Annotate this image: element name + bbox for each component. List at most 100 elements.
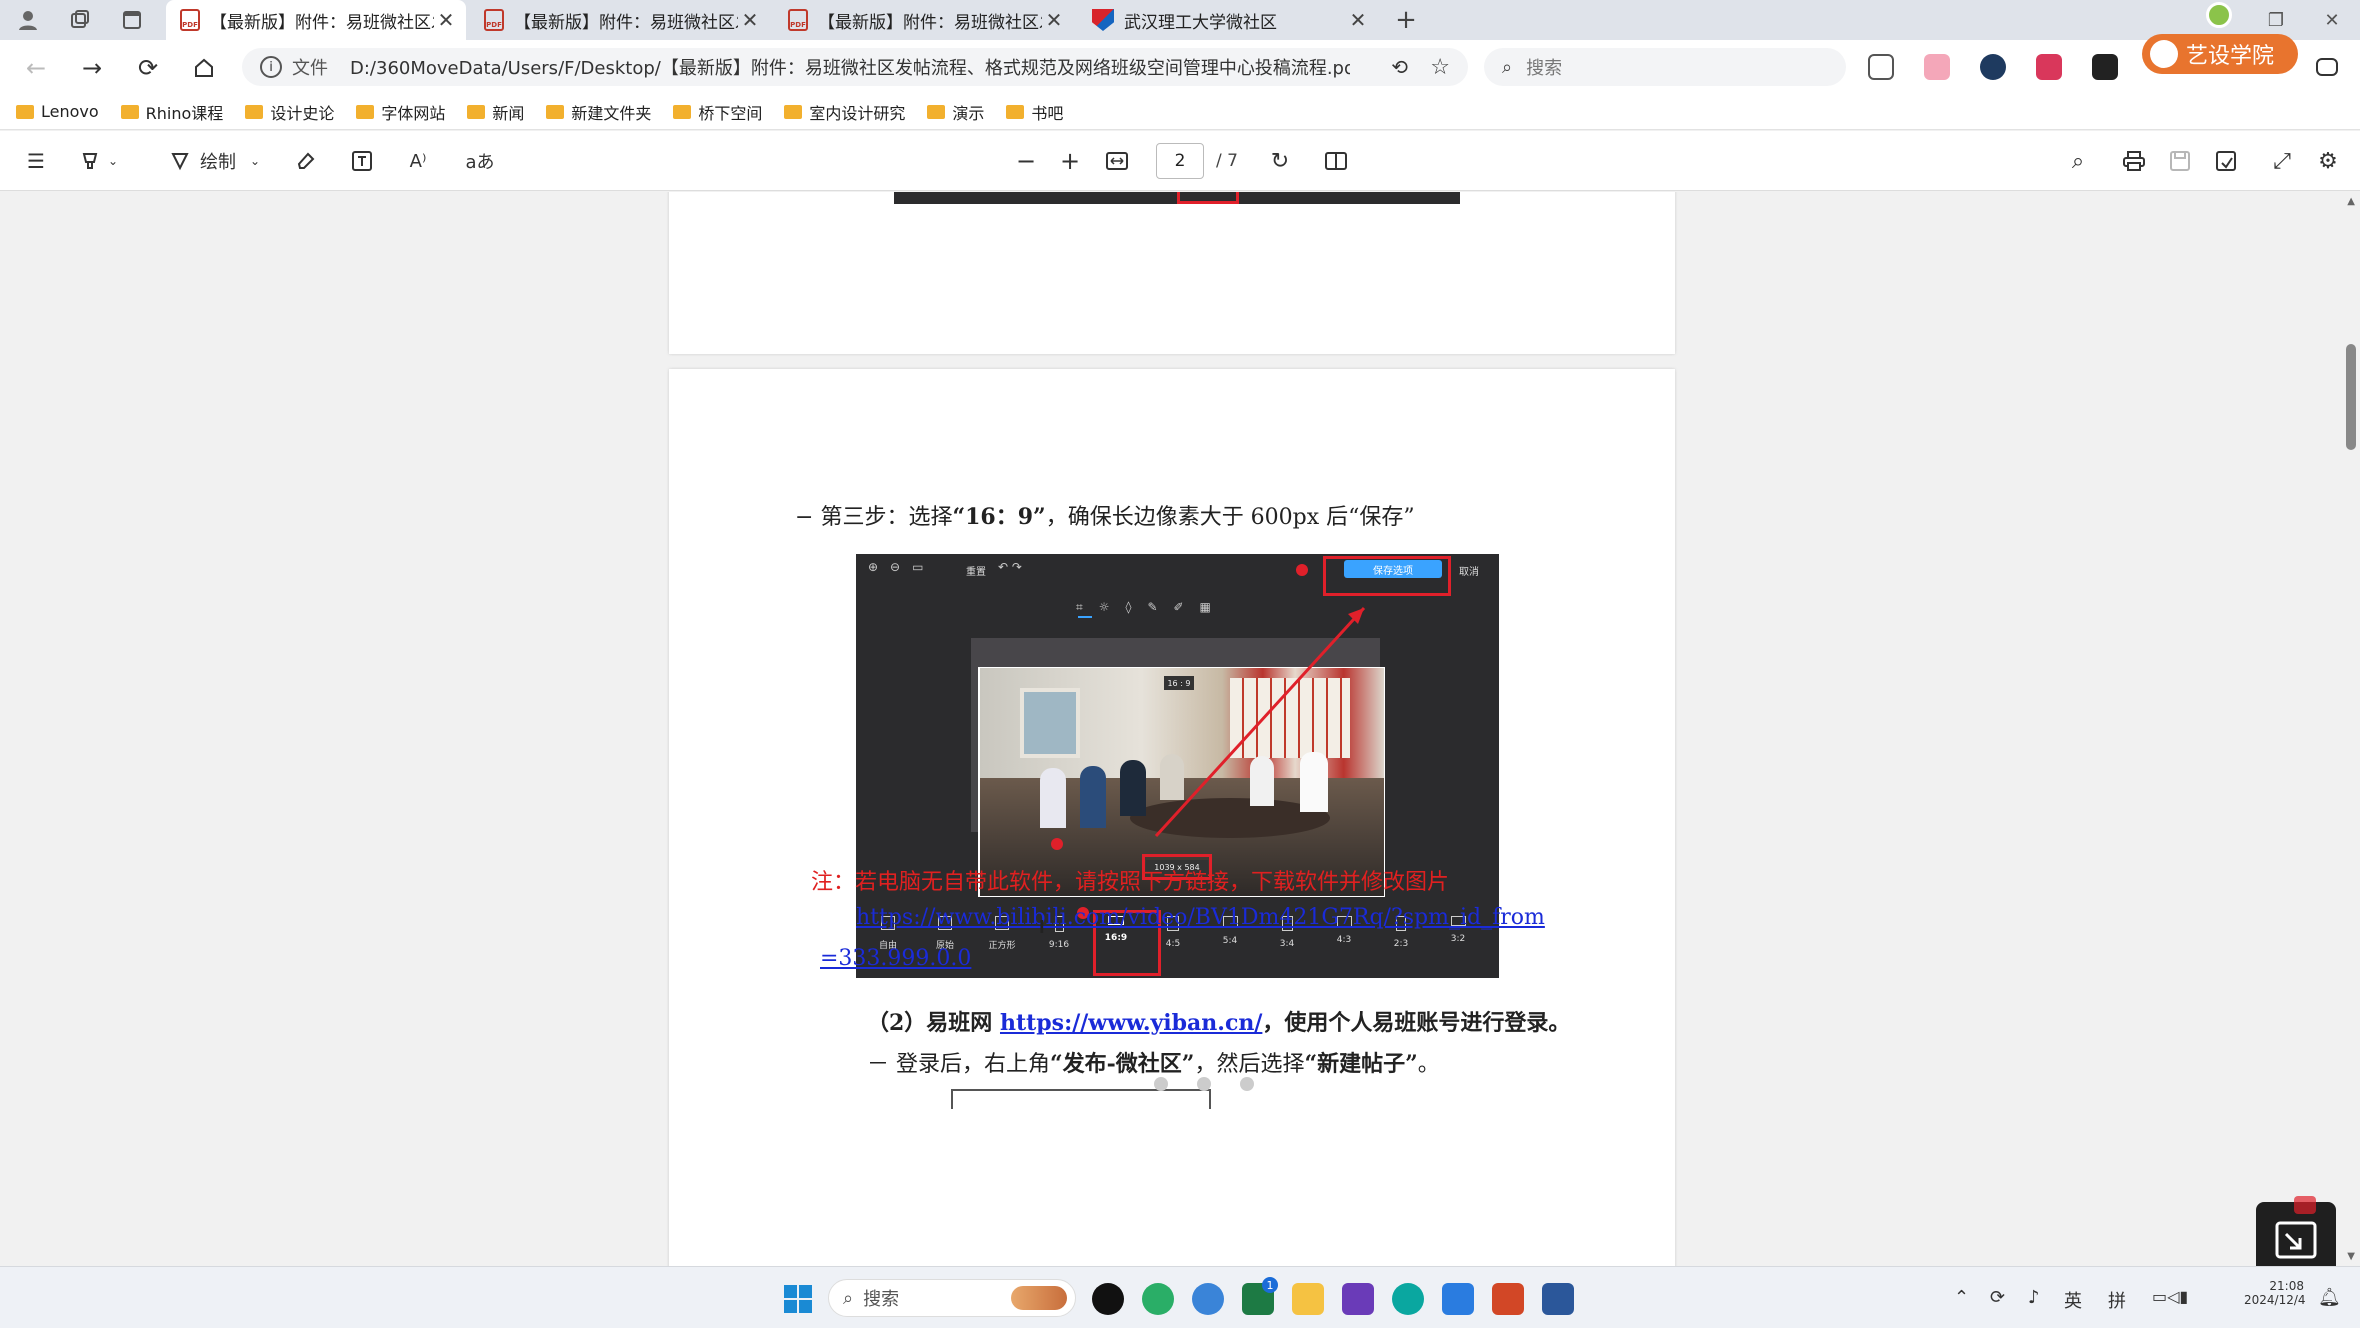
- print-icon[interactable]: [2120, 147, 2148, 175]
- previous-red-box: [1177, 192, 1239, 204]
- kugou-icon[interactable]: [1192, 1283, 1224, 1315]
- eraser-icon[interactable]: [292, 147, 320, 175]
- vertical-scrollbar[interactable]: ▲ ▼: [2338, 192, 2360, 1266]
- publish-community-text: “发布-微社区”: [1050, 1051, 1195, 1077]
- brand-badge[interactable]: 艺设学院: [2142, 34, 2298, 74]
- split-screen-icon[interactable]: [1868, 54, 1894, 80]
- fit-page-icon[interactable]: [1102, 147, 1132, 175]
- close-tab-icon[interactable]: ✕: [738, 8, 762, 32]
- word-icon[interactable]: [1542, 1283, 1574, 1315]
- settings-gear-icon[interactable]: ⚙: [2314, 147, 2342, 175]
- save-as-icon[interactable]: [2212, 147, 2240, 175]
- text-box-icon[interactable]: [348, 147, 376, 175]
- bookmark-item[interactable]: 字体网站: [356, 100, 445, 124]
- fullscreen-icon[interactable]: ⤢: [2268, 147, 2296, 175]
- extension-avatar[interactable]: [2206, 2, 2232, 28]
- profile-icon[interactable]: [14, 6, 42, 34]
- close-tab-icon[interactable]: ✕: [434, 8, 458, 32]
- translate-text-icon[interactable]: aあ: [460, 147, 500, 175]
- pdf-viewer[interactable]: − 第三步：选择“16：9”，确保长边像素大于 600px 后“保存” ⊕⊖▭ …: [0, 192, 2360, 1266]
- bookmark-item[interactable]: Rhino课程: [120, 100, 224, 124]
- photos-icon[interactable]: [1442, 1283, 1474, 1315]
- sync-icon[interactable]: ⟳: [1990, 1287, 2005, 1308]
- collections-icon[interactable]: [66, 6, 94, 34]
- input-lang-pinyin[interactable]: 拼: [2108, 1287, 2126, 1313]
- bookmark-label: 室内设计研究: [809, 103, 906, 123]
- rotate-icon[interactable]: ↻: [1266, 147, 1294, 175]
- translate-icon[interactable]: ⟲: [1391, 55, 1408, 79]
- tab-pdf-3[interactable]: PDF 【最新版】附件：易班微社区发帖 ✕: [774, 0, 1074, 40]
- forward-icon[interactable]: →: [76, 52, 108, 84]
- section-2-suffix: ，使用个人易班账号进行登录。: [1262, 1010, 1571, 1036]
- bookmark-item[interactable]: 桥下空间: [673, 100, 762, 124]
- tray-expand-icon[interactable]: ⌃: [1954, 1287, 1969, 1308]
- bilibili-link-line-2[interactable]: =333.999.0.0: [820, 946, 971, 971]
- bookmark-item[interactable]: 设计史论: [245, 100, 334, 124]
- bookmark-item[interactable]: Lenovo: [16, 102, 99, 121]
- close-tab-icon[interactable]: ✕: [1042, 8, 1066, 32]
- site-icon: [1092, 9, 1114, 31]
- read-aloud-icon[interactable]: A⁾: [404, 147, 432, 175]
- search-box[interactable]: ⌕ 搜索: [1484, 48, 1846, 86]
- bookmark-label: Rhino课程: [145, 103, 224, 123]
- back-icon[interactable]: ←: [20, 52, 52, 84]
- page-number-input[interactable]: 2: [1156, 143, 1204, 179]
- url-text[interactable]: D:/360MoveData/Users/F/Desktop/【最新版】附件：易…: [350, 54, 1350, 80]
- bookmark-item[interactable]: 演示: [927, 100, 984, 124]
- wechat-icon[interactable]: [1142, 1283, 1174, 1315]
- photo-app-icon[interactable]: [1342, 1283, 1374, 1315]
- powerpoint-icon[interactable]: [1492, 1283, 1524, 1315]
- home-icon[interactable]: [188, 52, 220, 84]
- yiban-link[interactable]: https://www.yiban.cn/: [1000, 1010, 1262, 1036]
- tab-pdf-1[interactable]: PDF 【最新版】附件：易班微社区发帖 ✕: [166, 0, 466, 40]
- windows-start-icon[interactable]: [782, 1283, 814, 1315]
- favorite-star-icon[interactable]: ☆: [1430, 55, 1450, 80]
- pdf-icon: PDF: [484, 9, 504, 31]
- find-icon[interactable]: ⌕: [2064, 147, 2092, 175]
- folder-icon: [356, 104, 375, 119]
- new-tab-button[interactable]: +: [1392, 5, 1420, 35]
- qq-icon[interactable]: [1092, 1283, 1124, 1315]
- search-highlight-icon: [1011, 1286, 1067, 1310]
- zoom-out-button[interactable]: −: [1012, 147, 1040, 175]
- close-tab-icon[interactable]: ✕: [1346, 8, 1370, 32]
- refresh-icon[interactable]: ⟳: [132, 52, 164, 84]
- edge-browser-icon[interactable]: [1392, 1283, 1424, 1315]
- microphone-icon[interactable]: ♪: [2028, 1287, 2040, 1308]
- taskbar-search[interactable]: ⌕ 搜索: [828, 1279, 1076, 1317]
- extension-pink-icon[interactable]: [1924, 54, 1950, 80]
- scrollbar-thumb[interactable]: [2346, 344, 2356, 450]
- bookmark-item[interactable]: 新建文件夹: [546, 100, 651, 124]
- tab-whut-community[interactable]: 武汉理工大学微社区 ✕: [1078, 0, 1378, 40]
- tab-pdf-2[interactable]: PDF 【最新版】附件：易班微社区发帖 ✕: [470, 0, 770, 40]
- tab-actions-icon[interactable]: [118, 6, 146, 34]
- file-explorer-icon[interactable]: [1292, 1283, 1324, 1315]
- bookmark-item[interactable]: 新闻: [467, 100, 524, 124]
- scroll-up-icon[interactable]: ▲: [2347, 196, 2355, 207]
- contents-icon[interactable]: ☰: [22, 147, 50, 175]
- bookmark-item[interactable]: 书吧: [1006, 100, 1063, 124]
- extension-dark-icon[interactable]: [2092, 54, 2118, 80]
- network-volume-icon[interactable]: ▭◁▮: [2152, 1287, 2188, 1306]
- bilibili-link-line-1[interactable]: https://www.bilibili.com/video/BV1Dm421G…: [856, 905, 1545, 930]
- extension-play-icon[interactable]: [1980, 54, 2006, 80]
- extension-red-icon[interactable]: [2036, 54, 2062, 80]
- notification-bell-icon[interactable]: 🔔︎: [2318, 1287, 2341, 1308]
- bookmark-label: 演示: [952, 103, 985, 123]
- bookmark-item[interactable]: 室内设计研究: [784, 100, 905, 124]
- clock[interactable]: 21:08 2024/12/4: [2244, 1279, 2306, 1307]
- scroll-down-icon[interactable]: ▼: [2347, 1251, 2355, 1262]
- close-window-icon[interactable]: ✕: [2304, 0, 2360, 40]
- input-lang-english[interactable]: 英: [2064, 1287, 2082, 1313]
- save-icon[interactable]: [2166, 147, 2194, 175]
- address-bar[interactable]: i 文件 D:/360MoveData/Users/F/Desktop/【最新版…: [242, 48, 1468, 86]
- zoom-in-button[interactable]: +: [1056, 147, 1084, 175]
- bookmark-label: 新闻: [492, 103, 525, 123]
- info-icon[interactable]: i: [260, 56, 282, 78]
- page-view-icon[interactable]: [1322, 147, 1350, 175]
- date-text: 2024/12/4: [2244, 1293, 2306, 1307]
- highlight-icon[interactable]: ⌄: [74, 147, 124, 175]
- draw-button[interactable]: 绘制 ⌄: [160, 147, 270, 175]
- sidebar-toggle-icon[interactable]: [2316, 58, 2338, 76]
- brand-label: 艺设学院: [2186, 44, 2275, 69]
